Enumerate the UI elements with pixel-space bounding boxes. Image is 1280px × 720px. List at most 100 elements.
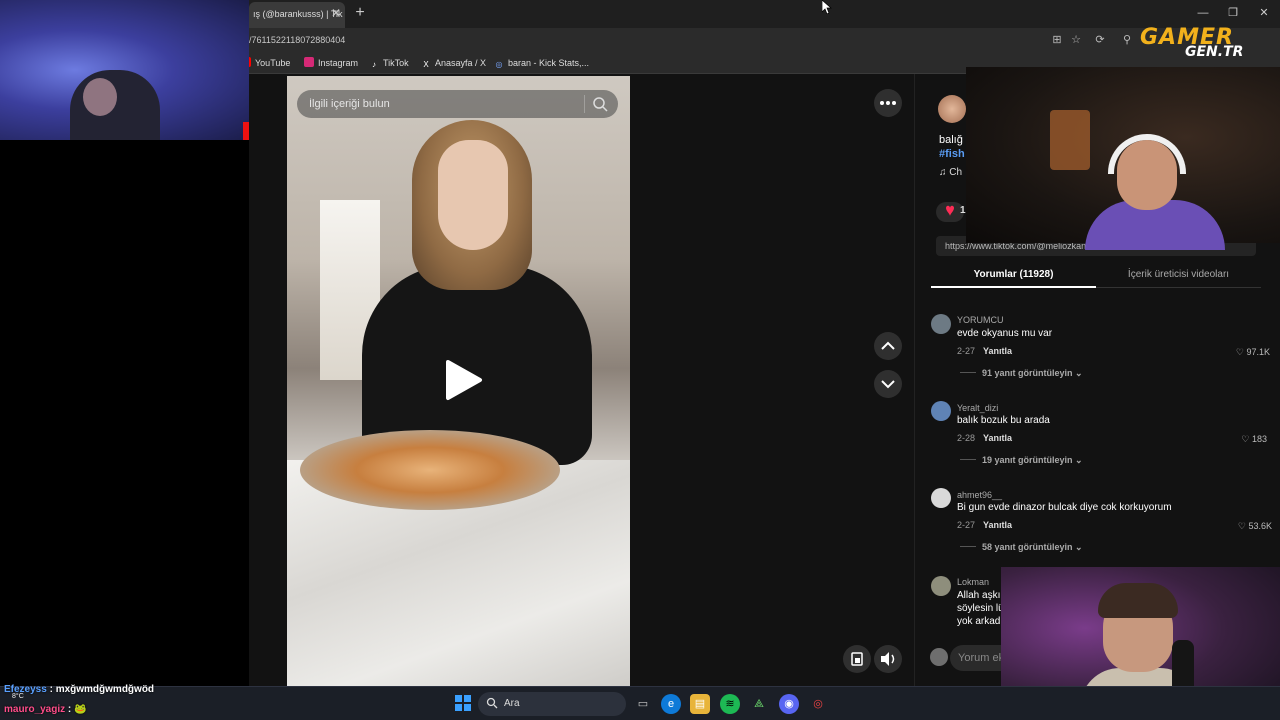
app-icon[interactable]: ◎ (808, 694, 828, 714)
search-input[interactable] (309, 96, 569, 112)
chevron-down-icon (881, 380, 895, 389)
comment-date: 2-28 (957, 433, 976, 443)
plus-icon[interactable]: + (352, 4, 368, 22)
tab-comments[interactable]: Yorumlar (11928) (931, 262, 1096, 288)
comment-like-count[interactable]: ♡ 97.1K (1210, 346, 1270, 358)
comment-text: söylesin lü (957, 603, 1004, 614)
webcam-background-light (1050, 110, 1090, 170)
volume-icon (881, 652, 895, 666)
kick-stats-icon: ◎ (495, 60, 503, 69)
reader-mode-icon[interactable]: ⊞ (1050, 33, 1064, 47)
comment-text: Allah aşkı (957, 590, 1001, 601)
search-icon (486, 697, 498, 709)
view-replies-button[interactable]: 19 yanıt görüntüleyin ⌄ (960, 454, 1083, 466)
tab-creator-videos[interactable]: İçerik üreticisi videoları (1096, 262, 1261, 288)
favorite-star-icon[interactable]: ☆ (1069, 33, 1083, 47)
mouse-cursor-icon (822, 0, 832, 14)
divider-line (960, 546, 976, 547)
url-field[interactable]: /7611522118072880404 (249, 32, 1029, 48)
file-explorer-icon[interactable]: ▤ (690, 694, 710, 714)
search-icon[interactable] (592, 96, 608, 112)
chat-username: Efezeyss (4, 684, 47, 695)
search-divider (584, 95, 585, 113)
minimize-icon[interactable]: — (1188, 4, 1218, 22)
creator-avatar[interactable] (938, 95, 966, 123)
extension-puzzle-icon[interactable]: ⚲ (1120, 33, 1134, 47)
reply-button[interactable]: Yanıtla (977, 345, 1012, 357)
bookmark-kick-stats[interactable]: ◎ baran - Kick Stats,... (494, 55, 590, 71)
more-icon (880, 101, 896, 105)
next-video-button[interactable] (874, 370, 902, 398)
comment-text: evde okyanus mu var (957, 328, 1053, 339)
close-icon[interactable]: ✕ (330, 4, 342, 22)
view-replies-button[interactable]: 91 yanıt görüntüleyin ⌄ (960, 367, 1083, 379)
chat-message: mauro_yagiz : 🐸 (4, 704, 87, 715)
chat-text: 🐸 (74, 704, 87, 715)
windows-start-icon[interactable] (455, 695, 471, 711)
comment-text: balık bozuk bu arada (957, 415, 1050, 426)
divider-line (960, 372, 976, 373)
comment-text: Bi gun evde dinazor bulcak diye cok kork… (957, 502, 1172, 513)
task-view-icon[interactable]: ▭ (633, 694, 653, 714)
volume-button[interactable] (874, 645, 902, 673)
taskbar-search[interactable] (478, 692, 626, 716)
reply-button[interactable]: Yanıtla (977, 519, 1012, 531)
comment-text: yok arkad (957, 616, 1001, 627)
bookmark-tiktok[interactable]: ♪ TikTok (369, 55, 409, 71)
webcam-person-hair (1098, 583, 1178, 618)
chevron-down-icon: ⌄ (1075, 455, 1083, 465)
play-icon[interactable] (440, 358, 484, 402)
heart-outline-icon: ♡ (1235, 347, 1247, 357)
comment-date: 2-27 (957, 520, 976, 530)
weather-temp: 8°C (12, 693, 24, 700)
chevron-up-icon (881, 341, 895, 350)
previous-video-button[interactable] (874, 332, 902, 360)
tiktok-icon: ♪ (372, 60, 376, 69)
bookmark-x[interactable]: X Anasayfa / X (421, 55, 486, 71)
heart-outline-icon: ♡ (1241, 434, 1252, 444)
chevron-down-icon: ⌄ (1075, 368, 1083, 378)
comment-username[interactable]: Lokman (957, 576, 989, 588)
instagram-icon (304, 57, 314, 67)
app-icon[interactable]: ⟁ (749, 694, 769, 714)
window-close-icon[interactable]: ✕ (1249, 4, 1279, 22)
webcam-person-head (83, 78, 117, 116)
divider-line (960, 459, 976, 460)
video-person-face (438, 140, 508, 250)
comment-avatar[interactable] (931, 314, 951, 334)
comment-like-count[interactable]: ♡ 53.6K (1212, 520, 1272, 532)
my-avatar (930, 648, 948, 666)
discord-icon[interactable]: ◉ (779, 694, 799, 714)
comment-username[interactable]: ahmet96__ (957, 489, 1002, 501)
chat-username: mauro_yagiz (4, 704, 66, 715)
view-replies-button[interactable]: 58 yanıt görüntüleyin ⌄ (960, 541, 1083, 553)
post-description: balığ (939, 134, 963, 146)
comment-avatar[interactable] (931, 488, 951, 508)
webcam-red-edge (243, 122, 249, 140)
bookmark-youtube[interactable]: YouTube (247, 55, 290, 71)
gamer-logo-domain: GEN.TR (1185, 44, 1244, 60)
bookmark-instagram[interactable]: Instagram (304, 55, 358, 71)
comment-like-count[interactable]: ♡ 183 (1207, 433, 1267, 445)
pip-icon (851, 652, 863, 666)
extensions-icon[interactable]: ⟳ (1093, 33, 1107, 47)
more-options-button[interactable] (874, 89, 902, 117)
picture-in-picture-button[interactable] (843, 645, 871, 673)
taskbar-search-label: Ara (504, 698, 520, 709)
chat-text: mxğwmdğwmdğwöd (55, 684, 155, 695)
maximize-icon[interactable]: ❐ (1218, 4, 1248, 22)
chevron-down-icon: ⌄ (1075, 542, 1083, 552)
chat-message: Efezeyss : mxğwmdğwmdğwöd (4, 684, 155, 695)
edge-icon[interactable]: e (661, 694, 681, 714)
music-label[interactable]: ♫ Ch (939, 166, 962, 180)
x-icon: X (423, 60, 429, 69)
comment-username[interactable]: YORUMCU (957, 314, 1004, 326)
like-count: 1 (960, 205, 966, 216)
comment-username[interactable]: Yeralt_dizi (957, 402, 998, 414)
reply-button[interactable]: Yanıtla (977, 432, 1012, 444)
post-hashtag[interactable]: #fish (939, 147, 965, 161)
comment-avatar[interactable] (931, 576, 951, 596)
comment-avatar[interactable] (931, 401, 951, 421)
video-seafood-platter (300, 430, 560, 510)
spotify-icon[interactable]: ≋ (720, 694, 740, 714)
